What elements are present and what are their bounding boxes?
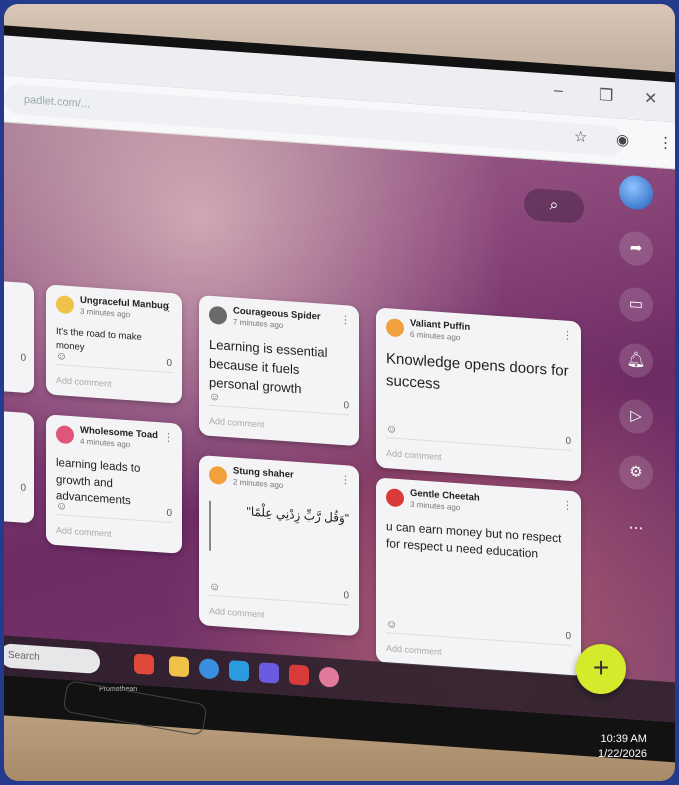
post-body: Knowledge opens doors for success <box>386 350 569 393</box>
padlet-board: ⌕ ➦ ▭ 🔔︎ ▷ ⚙ ⋯ 0 0 Ungraceful Manbug 3 m… <box>4 120 675 723</box>
more-icon[interactable]: ⋯ <box>619 510 653 546</box>
reaction-icon[interactable]: ☺ <box>56 350 67 363</box>
post-menu-icon[interactable]: ⋮ <box>340 313 351 327</box>
card-partial-2[interactable]: 0 <box>4 409 34 524</box>
post-menu-icon[interactable]: ⋮ <box>163 301 174 315</box>
avatar <box>56 425 74 445</box>
comment-count[interactable]: 0 <box>166 508 172 519</box>
post-card[interactable]: Stung shaher 2 minutes ago ⋮ "وَقُل رَّب… <box>199 455 359 637</box>
post-footer: ☺ 0 <box>386 618 571 647</box>
taskbar-search[interactable]: Search <box>4 643 100 675</box>
add-comment-input[interactable]: Add comment <box>56 525 112 539</box>
add-post-button[interactable]: + <box>576 644 626 694</box>
comment-count[interactable]: 0 <box>343 590 349 601</box>
comment-count: 0 <box>20 352 26 364</box>
padlet-sidebar: ➦ ▭ 🔔︎ ▷ ⚙ ⋯ <box>619 174 669 569</box>
post-menu-icon[interactable]: ⋮ <box>163 431 174 445</box>
app-icon[interactable] <box>319 666 339 688</box>
profile-icon[interactable]: ◉ <box>616 130 629 149</box>
post-menu-icon[interactable]: ⋮ <box>340 473 351 487</box>
add-comment-input[interactable]: Add comment <box>386 448 442 462</box>
reaction-icon[interactable]: ☺ <box>209 391 220 404</box>
search-icon[interactable]: ⌕ <box>524 187 584 224</box>
kebab-menu-icon[interactable]: ⋮ <box>658 133 673 152</box>
avatar <box>209 465 227 485</box>
edge-icon[interactable] <box>134 653 154 675</box>
reaction-icon[interactable]: ☺ <box>386 423 397 436</box>
folder-icon[interactable] <box>169 655 189 678</box>
avatar <box>386 488 404 508</box>
close-icon[interactable]: ✕ <box>644 88 657 109</box>
share-icon[interactable]: ➦ <box>619 230 653 267</box>
avatar <box>56 295 74 315</box>
add-comment-input[interactable]: Add comment <box>209 416 265 430</box>
post-footer: ☺ 0 <box>209 580 349 606</box>
acrobat-icon[interactable] <box>289 664 309 686</box>
restore-icon[interactable]: ❐ <box>599 85 613 106</box>
reaction-icon[interactable]: ☺ <box>56 500 67 513</box>
reaction-icon[interactable]: ☺ <box>209 581 220 594</box>
minimize-icon[interactable]: – <box>554 82 563 101</box>
post-body: u can earn money but no respect for resp… <box>386 519 562 562</box>
reaction-icon[interactable]: ☺ <box>386 618 397 631</box>
bell-icon[interactable]: 🔔︎ <box>619 342 653 379</box>
comment-count[interactable]: 0 <box>565 436 571 447</box>
comment-count[interactable]: 0 <box>343 400 349 411</box>
display-monitor: – ❐ ✕ padlet.com/... ☆ ◉ ⋮ ⌕ ➦ ▭ 🔔︎ ▷ ⚙ … <box>4 24 675 765</box>
post-card[interactable]: Wholesome Toad 4 minutes ago ⋮ learning … <box>46 414 182 554</box>
avatar <box>386 318 404 338</box>
comment-count: 0 <box>20 482 26 494</box>
post-card[interactable]: Courageous Spider 7 minutes ago ⋮ Learni… <box>199 295 359 447</box>
post-card[interactable]: Valiant Puffin 6 minutes ago ⋮ Knowledge… <box>376 307 581 482</box>
system-clock[interactable]: 10:39 AM 1/22/2026 <box>598 732 647 763</box>
post-footer: ☺ 0 <box>386 423 571 452</box>
post-card[interactable]: Ungraceful Manbug 3 minutes ago ⋮ It's t… <box>46 284 182 404</box>
explorer-icon[interactable] <box>229 660 249 682</box>
comment-count[interactable]: 0 <box>166 358 172 369</box>
comment-count[interactable]: 0 <box>565 631 571 642</box>
clock-time: 10:39 AM <box>600 733 647 745</box>
post-menu-icon[interactable]: ⋮ <box>562 498 573 512</box>
card-partial-1[interactable]: 0 <box>4 279 34 394</box>
add-comment-input[interactable]: Add comment <box>56 375 112 389</box>
post-card[interactable]: Gentle Cheetah 3 minutes ago ⋮ u can ear… <box>376 477 581 677</box>
slideshow-icon[interactable]: ▭ <box>619 286 653 323</box>
avatar <box>209 305 227 325</box>
globe-icon[interactable] <box>619 174 653 211</box>
teams-icon[interactable] <box>259 662 279 684</box>
star-icon[interactable]: ☆ <box>574 127 587 146</box>
post-menu-icon[interactable]: ⋮ <box>562 328 573 342</box>
add-comment-input[interactable]: Add comment <box>209 606 265 620</box>
add-comment-input[interactable]: Add comment <box>386 643 442 657</box>
screen: – ❐ ✕ padlet.com/... ☆ ◉ ⋮ ⌕ ➦ ▭ 🔔︎ ▷ ⚙ … <box>4 34 675 723</box>
gear-icon[interactable]: ⚙ <box>619 454 653 491</box>
play-icon[interactable]: ▷ <box>619 398 653 435</box>
post-body: "وَقُل رَّبِّ زِدْنِي عِلْمًا" <box>209 500 349 561</box>
photo-frame: – ❐ ✕ padlet.com/... ☆ ◉ ⋮ ⌕ ➦ ▭ 🔔︎ ▷ ⚙ … <box>4 4 675 781</box>
clock-date: 1/22/2026 <box>598 748 647 761</box>
chrome-icon[interactable] <box>199 658 219 680</box>
